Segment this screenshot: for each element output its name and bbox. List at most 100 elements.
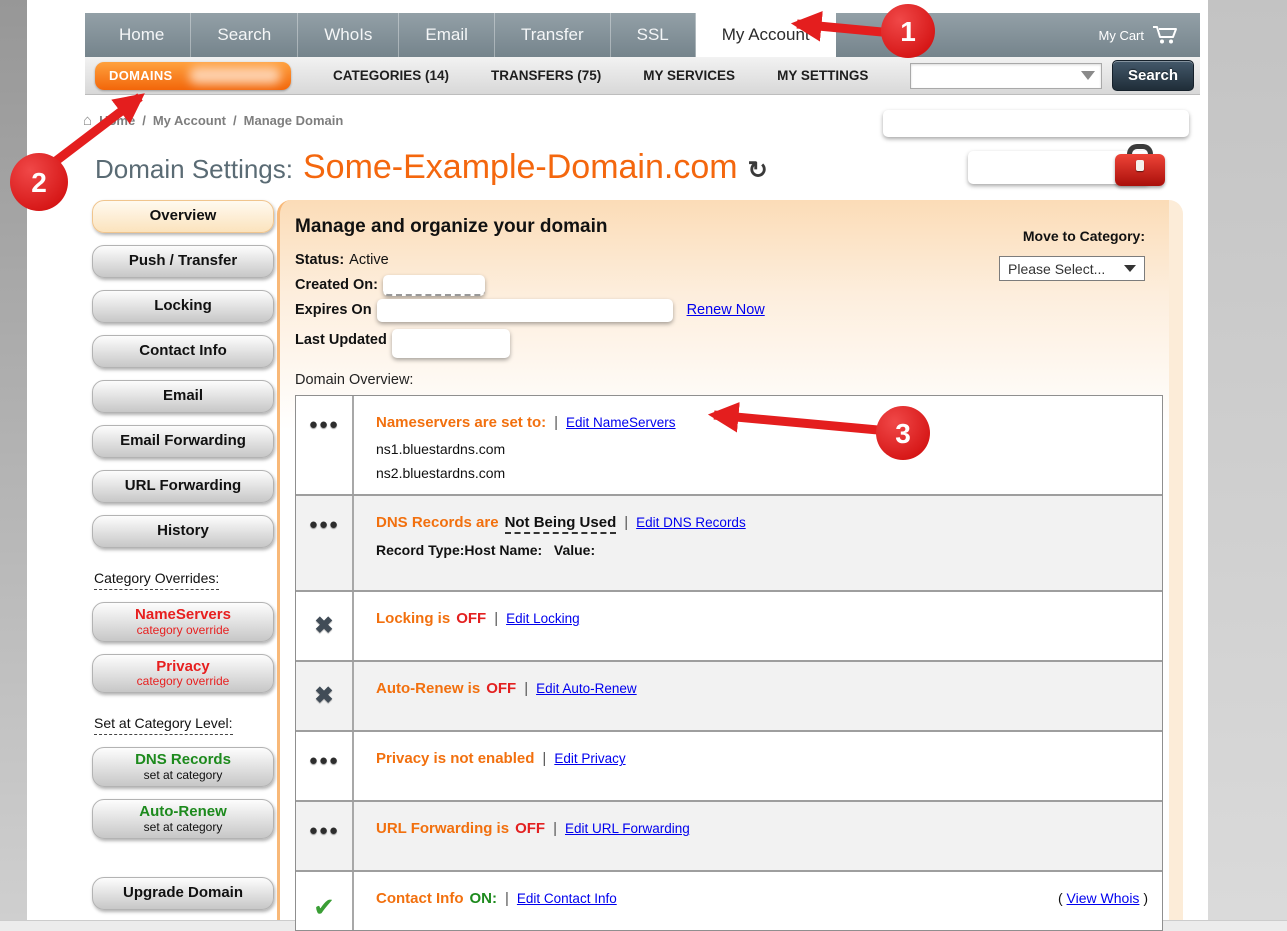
redaction-box <box>377 299 673 322</box>
breadcrumb-separator: / <box>142 113 146 128</box>
row-title: Auto-Renew is <box>376 680 480 697</box>
table-row-nameservers: ●●● Nameservers are set to: | Edit NameS… <box>296 396 1162 496</box>
sidebar-item-email-forwarding[interactable]: Email Forwarding <box>92 425 274 458</box>
sub-nav: DOMAINS CATEGORIES (14) TRANSFERS (75) M… <box>85 57 1200 95</box>
domain-overview-label: Domain Overview: <box>295 372 1157 388</box>
updated-line: Last Updated <box>295 323 1157 358</box>
breadcrumb: ⌂ Home / My Account / Manage Domain <box>83 112 343 129</box>
edit-dns-records-link[interactable]: Edit DNS Records <box>636 515 746 530</box>
sidebar: Overview Push / Transfer Locking Contact… <box>90 200 276 922</box>
cart-icon <box>1152 25 1178 45</box>
set-at-category-heading: Set at Category Level: <box>94 715 233 735</box>
view-whois-link[interactable]: View Whois <box>1067 890 1140 906</box>
row-title: Nameservers are set to: <box>376 414 546 431</box>
redaction-box <box>383 275 485 296</box>
edit-privacy-link[interactable]: Edit Privacy <box>554 751 625 766</box>
subnav-tab-my-settings[interactable]: MY SETTINGS <box>777 68 868 83</box>
sidebar-item-dns-records-category[interactable]: DNS Records set at category <box>92 747 274 787</box>
expires-label: Expires On <box>295 298 372 323</box>
top-nav: Home Search WhoIs Email Transfer SSL My … <box>85 13 1200 57</box>
domain-overview-table: ●●● Nameservers are set to: | Edit NameS… <box>295 395 1163 931</box>
content-panel: Manage and organize your domain Move to … <box>277 200 1183 920</box>
row-status: OFF <box>486 680 516 697</box>
x-icon: ✖ <box>314 612 333 660</box>
nav-tab-search[interactable]: Search <box>191 13 298 57</box>
sidebar-item-history[interactable]: History <box>92 515 274 548</box>
toolbox-icon[interactable] <box>1115 144 1165 186</box>
table-row-privacy: ●●● Privacy is not enabled | Edit Privac… <box>296 732 1162 802</box>
search-input[interactable] <box>911 64 1101 88</box>
view-whois: ( View Whois ) <box>1058 890 1148 906</box>
upgrade-domain-button[interactable]: Upgrade Domain <box>92 877 274 910</box>
row-status: OFF <box>456 610 486 627</box>
breadcrumb-separator: / <box>233 113 237 128</box>
table-row-url-forwarding: ●●● URL Forwarding is OFF | Edit URL For… <box>296 802 1162 872</box>
subnav-tab-transfers[interactable]: TRANSFERS (75) <box>491 68 601 83</box>
sidebar-item-contact-info[interactable]: Contact Info <box>92 335 274 368</box>
my-cart-label: My Cart <box>1099 28 1145 43</box>
edit-url-forwarding-link[interactable]: Edit URL Forwarding <box>565 821 690 836</box>
page-title: Domain Settings: Some-Example-Domain.com… <box>95 148 768 187</box>
category-select-value: Please Select... <box>1008 261 1105 277</box>
edit-auto-renew-link[interactable]: Edit Auto-Renew <box>536 681 637 696</box>
row-status: ON: <box>470 890 498 907</box>
page-title-domain: Some-Example-Domain.com <box>303 148 738 187</box>
subnav-tab-domains[interactable]: DOMAINS <box>95 62 291 90</box>
page-title-prefix: Domain Settings: <box>95 154 293 185</box>
window-right-edge <box>1208 0 1287 920</box>
expires-line: Expires On Renew Now <box>295 298 1157 323</box>
table-row-locking: ✖ Locking is OFF | Edit Locking <box>296 592 1162 662</box>
nav-spacer <box>836 13 1099 57</box>
nav-tab-my-account[interactable]: My Account <box>696 5 836 57</box>
nav-tab-home[interactable]: Home <box>93 13 191 57</box>
status-label: Status: <box>295 248 344 273</box>
nameserver-1: ns1.bluestardns.com <box>376 439 1152 461</box>
window-left-edge <box>0 0 27 920</box>
refresh-icon[interactable]: ↻ <box>748 156 768 185</box>
breadcrumb-current: Manage Domain <box>244 113 344 128</box>
dots-icon: ●●● <box>309 516 339 590</box>
row-title: URL Forwarding is <box>376 820 509 837</box>
edit-contact-info-link[interactable]: Edit Contact Info <box>517 891 617 906</box>
row-status: Not Being Used <box>505 514 617 534</box>
my-cart[interactable]: My Cart <box>1099 13 1201 57</box>
nameserver-2: ns2.bluestardns.com <box>376 463 1152 485</box>
chevron-down-icon[interactable] <box>1081 71 1095 80</box>
subnav-tab-categories[interactable]: CATEGORIES (14) <box>333 68 449 83</box>
nav-tab-transfer[interactable]: Transfer <box>495 13 611 57</box>
row-title: Contact Info <box>376 890 464 907</box>
domain-manager-screen: Home Search WhoIs Email Transfer SSL My … <box>0 0 1287 931</box>
table-row-auto-renew: ✖ Auto-Renew is OFF | Edit Auto-Renew <box>296 662 1162 732</box>
sidebar-item-push-transfer[interactable]: Push / Transfer <box>92 245 274 278</box>
edit-locking-link[interactable]: Edit Locking <box>506 611 580 626</box>
row-title: DNS Records are <box>376 514 499 531</box>
sidebar-item-url-forwarding[interactable]: URL Forwarding <box>92 470 274 503</box>
row-title: Privacy is not enabled <box>376 750 534 767</box>
domains-label: DOMAINS <box>109 68 173 83</box>
sidebar-item-locking[interactable]: Locking <box>92 290 274 323</box>
renew-now-link[interactable]: Renew Now <box>687 298 765 323</box>
breadcrumb-home[interactable]: Home <box>99 113 135 128</box>
created-label: Created On: <box>295 273 378 298</box>
search-combobox[interactable] <box>910 63 1102 89</box>
breadcrumb-my-account[interactable]: My Account <box>153 113 226 128</box>
nav-tab-ssl[interactable]: SSL <box>611 13 696 57</box>
sidebar-item-auto-renew-category[interactable]: Auto-Renew set at category <box>92 799 274 839</box>
search-button[interactable]: Search <box>1112 60 1194 91</box>
move-to-category: Move to Category: Please Select... <box>999 228 1145 281</box>
dots-icon: ●●● <box>309 752 339 800</box>
sidebar-item-overview[interactable]: Overview <box>92 200 274 233</box>
x-icon: ✖ <box>314 682 333 730</box>
row-status: OFF <box>515 820 545 837</box>
chevron-down-icon <box>1124 265 1136 272</box>
subnav-tab-my-services[interactable]: MY SERVICES <box>643 68 735 83</box>
nav-tab-email[interactable]: Email <box>399 13 495 57</box>
sidebar-item-privacy-override[interactable]: Privacy category override <box>92 654 274 694</box>
sidebar-item-email[interactable]: Email <box>92 380 274 413</box>
redaction-blur <box>189 67 281 84</box>
nav-tab-whois[interactable]: WhoIs <box>298 13 399 57</box>
check-icon: ✔ <box>313 892 335 930</box>
sidebar-item-nameservers-override[interactable]: NameServers category override <box>92 602 274 642</box>
edit-nameservers-link[interactable]: Edit NameServers <box>566 415 676 430</box>
category-select[interactable]: Please Select... <box>999 256 1145 281</box>
